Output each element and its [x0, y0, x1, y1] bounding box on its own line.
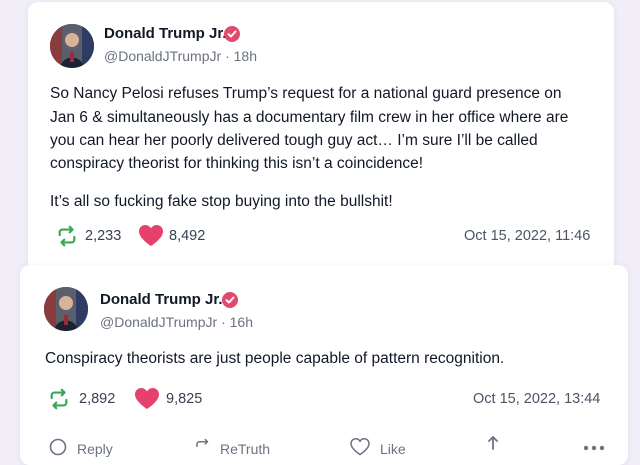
- post-text-line: It’s all so fucking fake stop buying int…: [50, 193, 393, 210]
- separator-dot: ·: [221, 314, 226, 330]
- verified-badge-icon: [224, 26, 240, 42]
- retruth-count: 2,233: [85, 228, 122, 244]
- reply-button[interactable]: Reply: [77, 441, 113, 457]
- retruth-icon[interactable]: [48, 388, 70, 410]
- post-text-line: So Nancy Pelosi refuses Trump’s request …: [50, 85, 562, 102]
- author-handle-line: @DonaldJTrumpJr · 16h: [100, 314, 253, 330]
- author-handle-line: @DonaldJTrumpJr · 18h: [104, 48, 257, 64]
- truth-card-2[interactable]: Donald Trump Jr. @DonaldJTrumpJr · 16h C…: [20, 265, 628, 465]
- heart-icon[interactable]: [138, 224, 164, 248]
- post-text-line: you can hear her poorly delivered tough …: [50, 132, 538, 149]
- retruth-icon[interactable]: [56, 225, 78, 247]
- retruth-button[interactable]: ReTruth: [220, 441, 270, 457]
- avatar[interactable]: [50, 24, 94, 68]
- post-text-line: conspiracy theorist for thinking this is…: [50, 155, 424, 172]
- post-text-line: Conspiracy theorists are just people cap…: [45, 350, 505, 367]
- like-action-icon[interactable]: [349, 438, 371, 456]
- like-count: 8,492: [169, 228, 206, 244]
- post-date[interactable]: Oct 15, 2022, 13:44: [473, 391, 600, 407]
- reply-icon[interactable]: [49, 438, 67, 456]
- retruth-action-icon[interactable]: [193, 438, 213, 456]
- post-time[interactable]: 18h: [234, 48, 257, 64]
- post-time[interactable]: 16h: [230, 314, 253, 330]
- author-name[interactable]: Donald Trump Jr.: [100, 291, 223, 308]
- more-icon[interactable]: [583, 445, 605, 451]
- like-count: 9,825: [166, 391, 203, 407]
- like-button[interactable]: Like: [380, 441, 406, 457]
- avatar[interactable]: [44, 287, 88, 331]
- truth-card-1[interactable]: Donald Trump Jr. @DonaldJTrumpJr · 18h S…: [28, 2, 614, 292]
- share-icon[interactable]: [485, 435, 501, 455]
- heart-icon[interactable]: [134, 387, 160, 411]
- post-date[interactable]: Oct 15, 2022, 11:46: [464, 228, 590, 244]
- author-handle[interactable]: @DonaldJTrumpJr: [104, 48, 221, 64]
- post-text-line: Jan 6 & simultaneously has a documentary…: [50, 109, 569, 126]
- verified-badge-icon: [222, 292, 238, 308]
- author-handle[interactable]: @DonaldJTrumpJr: [100, 314, 217, 330]
- author-name[interactable]: Donald Trump Jr.: [104, 25, 227, 42]
- retruth-count: 2,892: [79, 391, 116, 407]
- separator-dot: ·: [225, 48, 230, 64]
